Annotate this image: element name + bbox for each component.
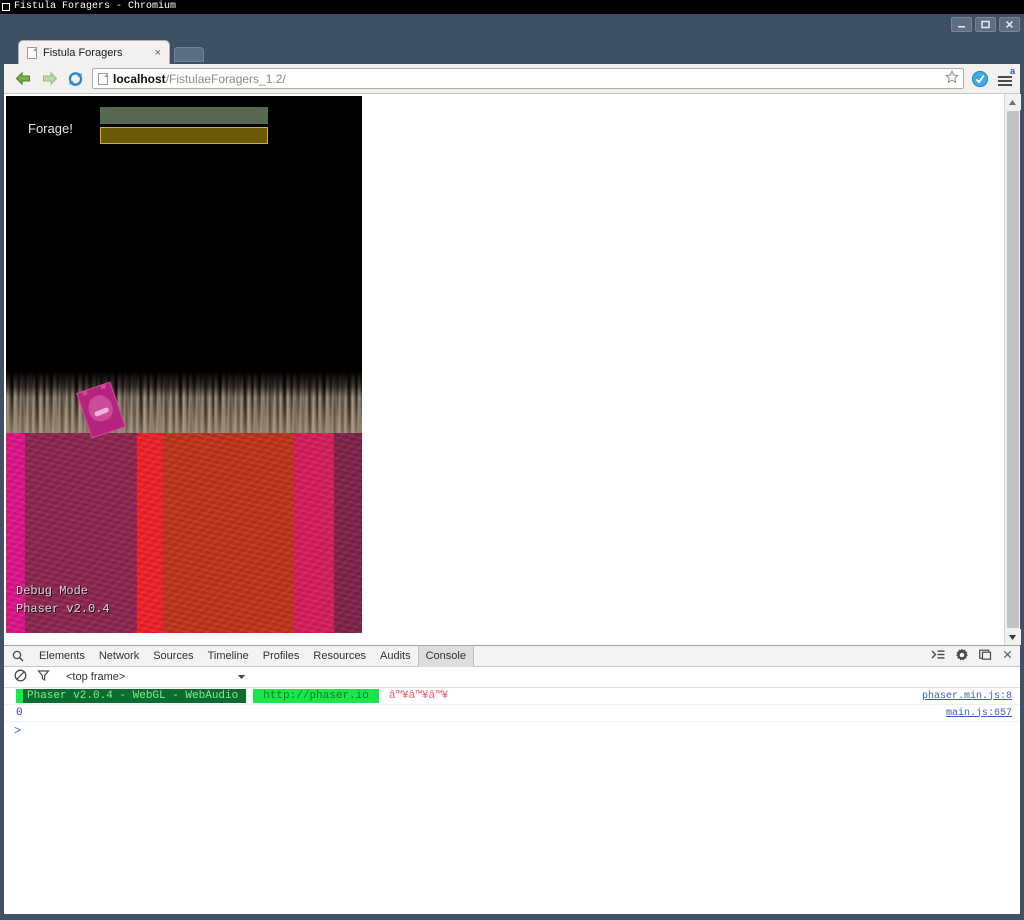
phaser-banner-dark: Phaser v2.0.4 - WebGL - WebAudio [16,689,247,703]
window-manager-titlebar: Fistula Foragers - Chromium [0,0,1024,14]
devtools-tab-network[interactable]: Network [92,646,146,667]
devtools-tabbar: Elements Network Sources Timeline Profiles Re… [4,645,1020,667]
browser-toolbar: localhost/FistulaeForagers_1.2/ a [4,64,1020,94]
game-canvas[interactable]: Forage! Debug Mode Phaser v2.0.4 [6,96,362,633]
new-tab-button[interactable] [174,47,204,62]
console-row-phaser-banner: Phaser v2.0.4 - WebGL - WebAudio http://… [4,688,1020,705]
page-scrollbar[interactable] [1004,94,1021,645]
devtools-close-icon[interactable] [1003,650,1012,662]
forward-icon[interactable] [40,69,59,88]
frame-selector[interactable]: <top frame> [66,671,246,683]
creature-body [84,392,116,425]
phaser-version-line: Phaser v2.0.4 [16,602,110,616]
chevron-down-icon [237,671,246,683]
debug-overlay: Debug Mode Phaser v2.0.4 [16,582,110,618]
forage-label: Forage! [28,121,73,136]
grass-texture [6,371,362,433]
url-host: localhost [113,71,166,86]
tab-strip: Fistula Foragers × [4,38,1020,64]
debug-mode-line: Debug Mode [16,584,89,598]
game-hud: Forage! [6,96,362,156]
clear-console-icon[interactable] [14,669,27,685]
phaser-banner-hearts: â™¥â™¥â™¥ [388,690,449,702]
window-controls-strip [4,14,1020,38]
console-drawer-icon[interactable] [931,649,945,664]
frame-selector-value: <top frame> [66,671,126,683]
console-prompt-chevron: > [14,724,22,738]
console-output[interactable]: Phaser v2.0.4 - WebGL - WebAudio http://… [4,688,1020,914]
devtools-tabs: Elements Network Sources Timeline Profiles Re… [32,645,474,667]
bookmark-star-icon[interactable] [945,70,959,87]
devtools-tab-console[interactable]: Console [417,645,474,667]
extension-icon[interactable] [971,70,989,88]
minimize-button[interactable] [951,17,972,32]
page-viewport: Forage! Debug Mode Phaser v2.0.4 [4,94,1021,645]
ground-band-4 [294,433,334,633]
console-number-value: 0 [16,707,23,719]
window-title: Fistula Foragers - Chromium [14,1,177,12]
hud-bar-gold [100,127,268,144]
console-banner-message: Phaser v2.0.4 - WebGL - WebAudio http://… [16,689,922,703]
ground-band-3 [163,433,294,633]
devtools-toolbar-icons [923,648,1020,665]
console-source-link[interactable]: main.js:657 [946,708,1012,719]
close-button[interactable] [999,17,1020,32]
console-prompt-row[interactable]: > [4,722,1020,740]
tab-title: Fistula Foragers [43,46,123,59]
scrollbar-down-arrow[interactable] [1004,629,1021,645]
page-content: Forage! Debug Mode Phaser v2.0.4 [4,94,1004,645]
browser-window: Fistula Foragers × localhost/FistulaeFor… [0,14,1024,920]
address-bar[interactable]: localhost/FistulaeForagers_1.2/ [92,68,964,89]
window-icon [2,3,10,11]
devtools-search-icon[interactable] [4,650,32,662]
maximize-button[interactable] [975,17,996,32]
console-source-link[interactable]: phaser.min.js:8 [922,691,1012,702]
url-page-icon [98,72,108,85]
reload-icon[interactable] [66,69,85,88]
hud-bar-green [100,107,268,124]
devtools-tab-audits[interactable]: Audits [373,646,418,667]
devtools-filter-bar: <top frame> [4,667,1020,688]
devtools-panel: Elements Network Sources Timeline Profiles Re… [4,645,1020,914]
dock-position-icon[interactable] [979,649,993,664]
console-row-value: 0 main.js:657 [4,705,1020,722]
scrollbar-thumb[interactable] [1006,111,1019,628]
devtools-tab-resources[interactable]: Resources [306,646,373,667]
devtools-tab-sources[interactable]: Sources [146,646,200,667]
gear-icon[interactable] [955,648,969,665]
ground-band-2 [137,433,163,633]
ground-band-5 [334,433,362,633]
devtools-tab-elements[interactable]: Elements [32,646,92,667]
scrollbar-up-arrow[interactable] [1004,94,1021,110]
tab-close-icon[interactable]: × [153,47,163,59]
phaser-banner-url[interactable]: http://phaser.io [253,689,379,703]
filter-icon[interactable] [37,669,50,685]
devtools-tab-profiles[interactable]: Profiles [256,646,307,667]
url-text: localhost/FistulaeForagers_1.2/ [113,72,940,86]
page-icon [27,46,37,59]
back-icon[interactable] [14,69,33,88]
chrome-menu-icon[interactable]: a [996,65,1015,88]
console-value-message: 0 [16,707,946,719]
menu-badge: a [1009,65,1015,76]
devtools-tab-timeline[interactable]: Timeline [201,646,256,667]
url-path: /FistulaeForagers_1.2/ [165,71,286,86]
browser-tab-fistula-foragers[interactable]: Fistula Foragers × [18,40,170,64]
